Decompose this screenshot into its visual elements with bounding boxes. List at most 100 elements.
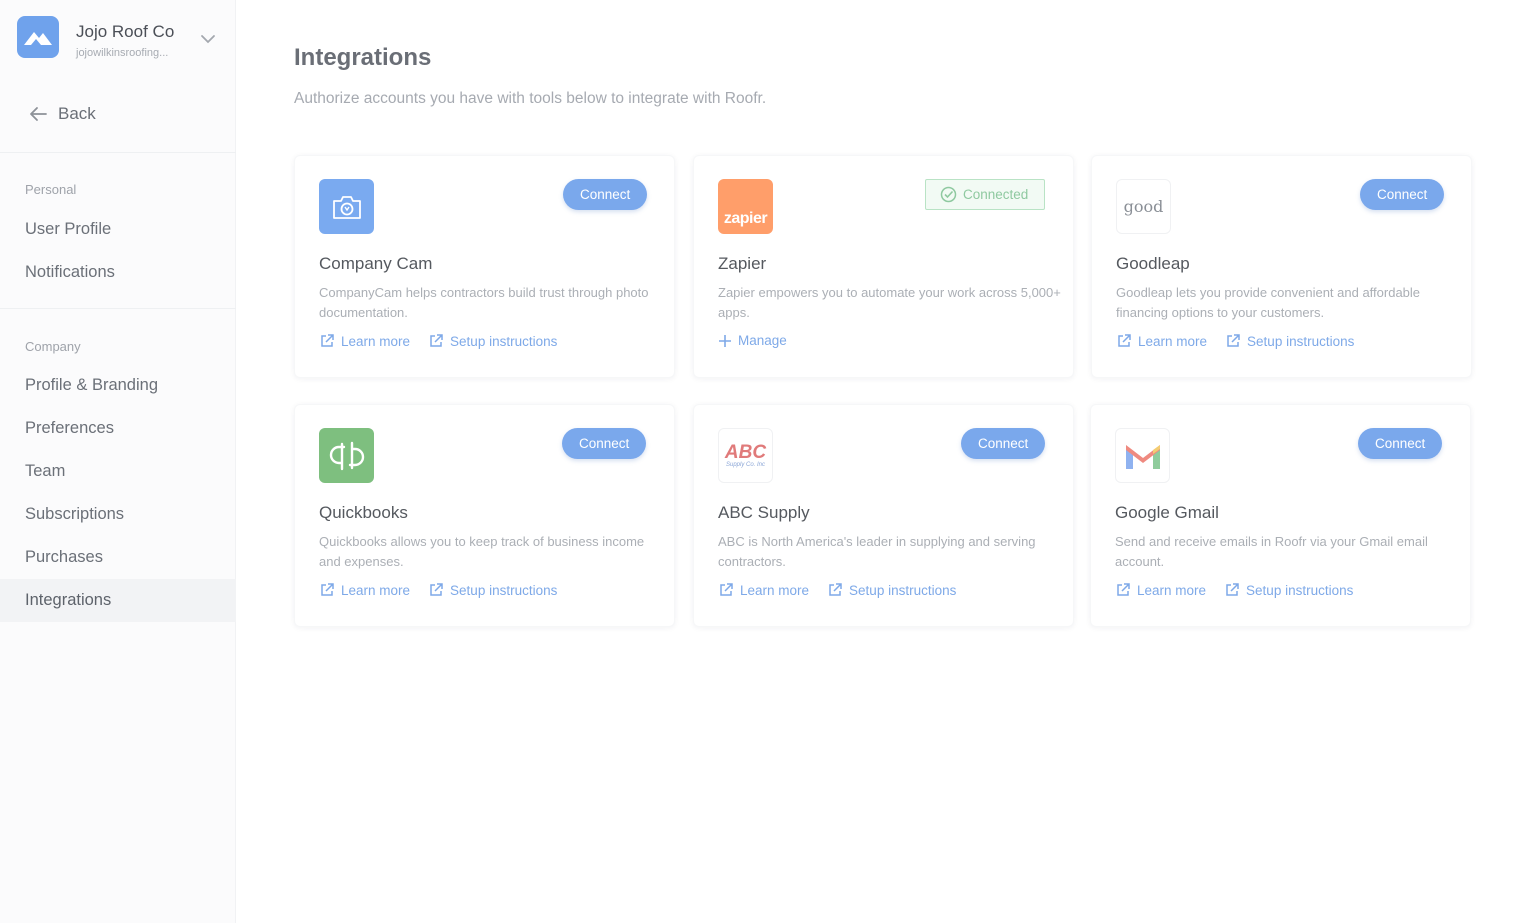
page-subtitle: Authorize accounts you have with tools b… [294,90,767,107]
sidebar: Jojo Roof Co jojowilkinsroofing... Back … [0,0,236,923]
external-link-icon [720,583,733,596]
external-link-icon [430,334,443,347]
learn-more-link[interactable]: Learn more [319,582,410,598]
learn-more-label: Learn more [341,582,411,598]
zapier-logo: zapier [718,179,773,234]
card-title: Quickbooks [319,503,408,522]
external-link-icon [1227,334,1240,347]
setup-instructions-label: Setup instructions [450,333,558,349]
abc-logo-subtext: Supply Co. Inc [725,462,766,468]
external-link-icon [1117,583,1130,596]
section-title-company: Company [25,339,81,354]
learn-more-link[interactable]: Learn more [319,333,410,349]
setup-instructions-link[interactable]: Setup instructions [1225,333,1354,349]
sidebar-item-integrations[interactable]: Integrations [0,579,236,622]
manage-link[interactable]: Manage [718,333,787,348]
card-description: Goodleap lets you provide convenient and… [1116,285,1421,320]
learn-more-link[interactable]: Learn more [1115,582,1206,598]
setup-instructions-label: Setup instructions [450,582,558,598]
card-title: ABC Supply [718,503,810,522]
integration-card-google-gmail: Connect Google Gmail Send and receive em… [1090,404,1471,627]
sidebar-item-subscriptions[interactable]: Subscriptions [0,493,236,536]
goodleap-logo-text: good [1123,197,1164,216]
divider [0,308,236,309]
roof-logo-icon [24,32,52,45]
connect-button[interactable]: Connect [562,428,647,459]
plus-icon [719,334,731,347]
connect-button[interactable]: Connect [1358,428,1443,459]
card-description: ABC is North America's leader in supplyi… [718,534,1036,569]
card-links: Learn more Setup instructions [1115,582,1353,598]
card-title: Goodleap [1116,254,1190,273]
connect-button[interactable]: Connect [961,428,1046,459]
org-name: Jojo Roof Co [76,22,175,41]
org-switcher[interactable]: Jojo Roof Co jojowilkinsroofing... [17,16,222,62]
connected-label: Connected [963,187,1029,202]
integration-card-company-cam: Connect Company Cam CompanyCam helps con… [294,155,675,378]
back-button[interactable]: Back [28,104,96,124]
arrow-left-icon [30,107,47,121]
card-description: Quickbooks allows you to keep track of b… [319,534,645,569]
card-title: Company Cam [319,254,433,273]
setup-instructions-label: Setup instructions [1246,582,1354,598]
main-content: Integrations Authorize accounts you have… [236,0,1521,923]
connect-button[interactable]: Connect [563,179,648,210]
card-links: Manage [718,333,787,348]
card-links: Learn more Setup instructions [1116,333,1354,349]
org-logo [17,16,59,58]
section-title-personal: Personal [25,182,77,197]
sidebar-item-purchases[interactable]: Purchases [0,536,236,579]
gmail-logo [1115,428,1170,483]
goodleap-logo: good [1116,179,1171,234]
setup-instructions-link[interactable]: Setup instructions [1224,582,1353,598]
sidebar-item-notifications[interactable]: Notifications [0,251,236,294]
abc-logo-text: ABC [724,442,767,463]
sidebar-item-profile-branding[interactable]: Profile & Branding [0,364,236,407]
learn-more-label: Learn more [740,582,810,598]
back-label: Back [58,104,96,123]
integration-card-abc-supply: ABC Supply Co. Inc Connect ABC Supply AB… [693,404,1074,627]
camera-icon [332,195,361,219]
sidebar-item-user-profile[interactable]: User Profile [0,208,236,251]
learn-more-link[interactable]: Learn more [1116,333,1207,349]
quickbooks-icon [329,441,364,470]
external-link-icon [321,334,334,347]
card-description: CompanyCam helps contractors build trust… [319,285,649,320]
zapier-logo-text: zapier [723,210,768,227]
card-links: Learn more Setup instructions [319,582,557,598]
integration-card-goodleap: good Connect Goodleap Goodleap lets you … [1091,155,1472,378]
sidebar-item-team[interactable]: Team [0,450,236,493]
setup-instructions-label: Setup instructions [849,582,957,598]
chevron-down-icon[interactable] [199,30,217,48]
divider [0,152,236,153]
page-title: Integrations [294,44,432,71]
learn-more-label: Learn more [1138,333,1208,349]
check-circle-icon [940,186,957,203]
abc-supply-logo: ABC Supply Co. Inc [718,428,773,483]
sidebar-item-preferences[interactable]: Preferences [0,407,236,450]
org-email: jojowilkinsroofing... [76,47,169,59]
card-links: Learn more Setup instructions [319,333,557,349]
card-title: Google Gmail [1115,503,1219,522]
external-link-icon [430,583,443,596]
quickbooks-logo [319,428,374,483]
setup-instructions-link[interactable]: Setup instructions [428,582,557,598]
card-description: Send and receive emails in Roofr via you… [1115,534,1428,569]
card-title: Zapier [718,254,767,273]
learn-more-label: Learn more [1137,582,1207,598]
setup-instructions-link[interactable]: Setup instructions [827,582,956,598]
connected-badge[interactable]: Connected [925,179,1046,210]
external-link-icon [829,583,842,596]
setup-instructions-link[interactable]: Setup instructions [428,333,557,349]
integration-card-zapier: zapier Connected Zapier Zapier empowers … [693,155,1074,378]
learn-more-link[interactable]: Learn more [718,582,809,598]
integration-card-quickbooks: Connect Quickbooks Quickbooks allows you… [294,404,675,627]
app-root: Jojo Roof Co jojowilkinsroofing... Back … [0,0,1521,923]
connect-button[interactable]: Connect [1360,179,1445,210]
external-link-icon [1226,583,1239,596]
card-description: Zapier empowers you to automate your wor… [718,285,1061,320]
gmail-icon [1125,444,1160,469]
external-link-icon [1118,334,1131,347]
external-link-icon [321,583,334,596]
setup-instructions-label: Setup instructions [1247,333,1355,349]
